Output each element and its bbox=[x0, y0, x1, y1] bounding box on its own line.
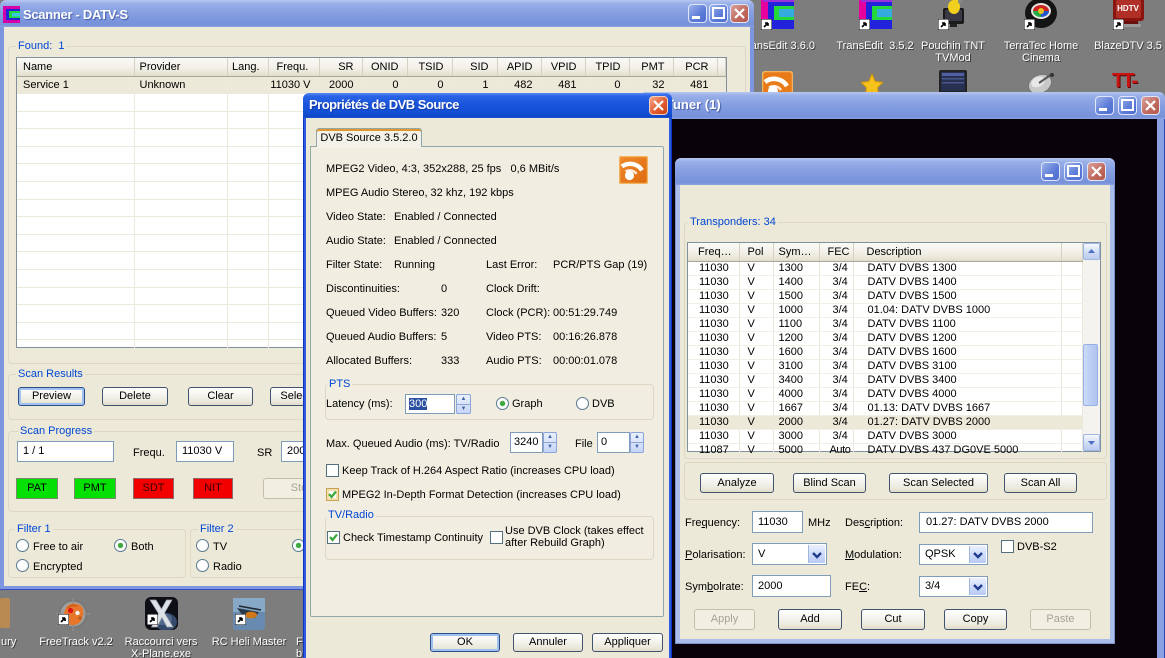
svg-text:HDTV: HDTV bbox=[1117, 4, 1139, 13]
